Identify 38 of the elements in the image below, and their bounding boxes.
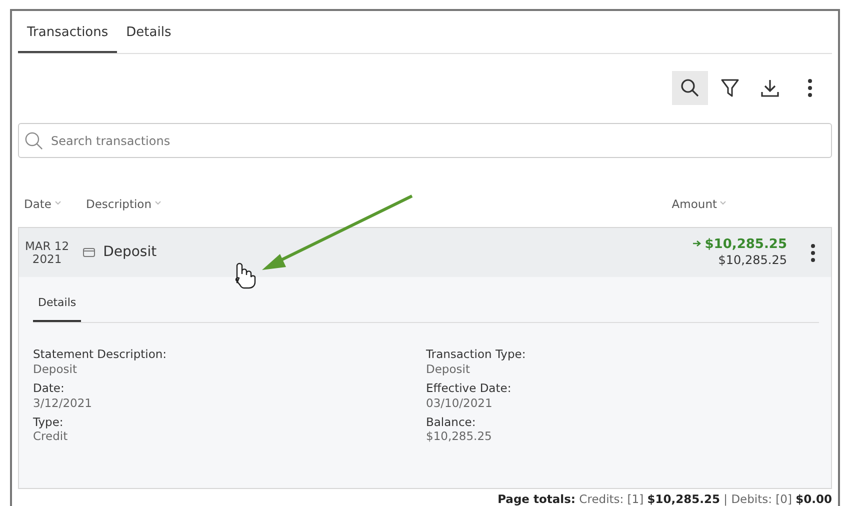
download-icon	[760, 78, 780, 98]
running-balance: $10,285.25	[717, 253, 787, 268]
field-value: 03/10/2021	[426, 396, 494, 410]
more-icon	[811, 244, 815, 262]
field-value: $10,285.25	[426, 429, 493, 444]
row-year: 2021	[31, 252, 63, 266]
page-totals: Page totals: Credits: [1] $10,285.25 | Debits: [0] $0.00	[496, 491, 832, 506]
sort-caret-icon	[54, 201, 60, 206]
sort-caret-icon	[720, 201, 726, 206]
field-label: Date:	[33, 380, 66, 396]
search-icon	[25, 132, 43, 150]
field-label: Transaction Type:	[426, 346, 527, 362]
search-button[interactable]	[672, 71, 708, 105]
card-icon	[83, 248, 96, 258]
field-value: 3/12/2021	[33, 396, 93, 410]
column-header[interactable]: Date	[24, 196, 86, 214]
row-date: MAR 12	[25, 240, 70, 253]
tab[interactable]: Details	[33, 295, 82, 322]
field-value: Deposit	[33, 362, 78, 377]
search-field[interactable]: Search transactions	[18, 123, 832, 158]
field-value: Credit	[33, 429, 69, 444]
more-icon	[808, 79, 812, 97]
column-header[interactable]: Amount	[672, 196, 726, 214]
tab[interactable]: Transactions	[18, 22, 118, 53]
credit-arrow-icon	[692, 240, 701, 248]
field-value: Deposit	[426, 362, 471, 377]
filter-icon	[720, 78, 740, 98]
field-label: Balance:	[426, 414, 477, 430]
sort-caret-icon	[154, 201, 160, 206]
field-label: Statement Description:	[33, 346, 168, 362]
field-label: Type:	[33, 414, 64, 430]
credit-amount: $10,285.25	[692, 237, 787, 254]
row-description: Deposit	[103, 243, 157, 262]
search-icon	[680, 78, 700, 98]
column-header[interactable]: Description	[86, 196, 160, 214]
field-label: Effective Date:	[426, 380, 512, 396]
tab[interactable]: Details	[117, 22, 180, 53]
transaction-row[interactable]: MAR 12 2021 Deposit $10,285.25 $10,285.25	[18, 227, 832, 278]
